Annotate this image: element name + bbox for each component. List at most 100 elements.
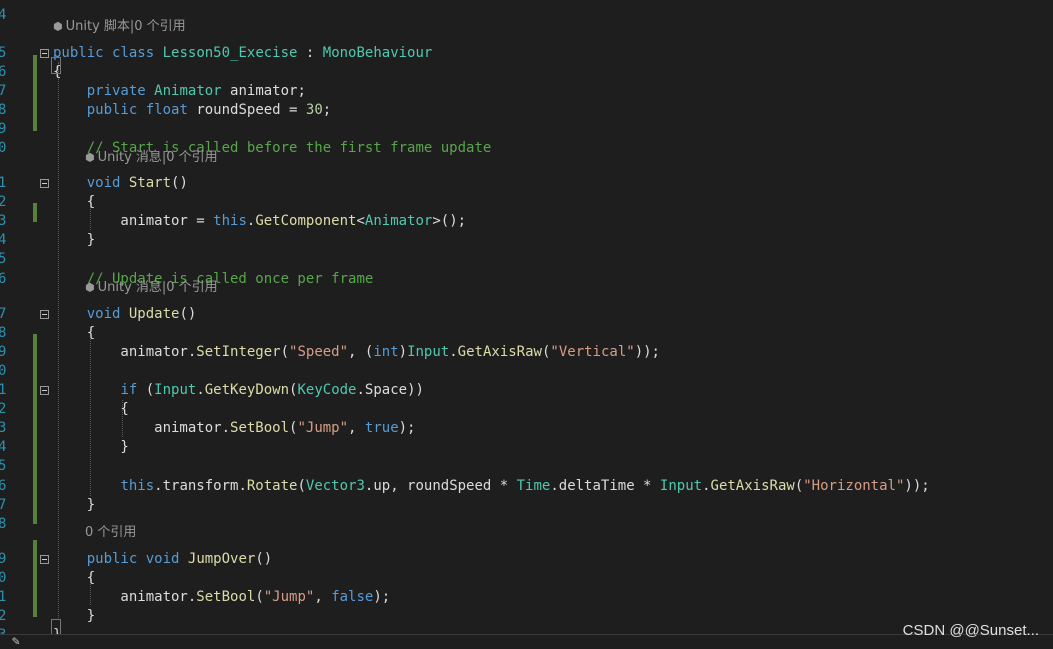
code-text: this.transform.Rotate(Vector3.up, roundS…: [53, 477, 929, 496]
line-number: 7: [0, 497, 7, 513]
code-token: SetInteger: [196, 344, 281, 360]
line-number: 1: [0, 589, 7, 605]
line-number: 2: [0, 401, 7, 417]
pen-icon[interactable]: ✎: [12, 634, 20, 649]
line-number: 2: [0, 608, 7, 624]
line-number: 8: [0, 325, 7, 341]
collapse-icon[interactable]: [40, 386, 49, 395]
code-editor[interactable]: 4 5 public class Lesson50_Execise : MonoBe…: [0, 0, 1053, 648]
code-token: animator.: [53, 344, 197, 360]
line-number: 6: [0, 64, 7, 80]
code-line[interactable]: 9 public void JumpOver(): [0, 550, 1053, 569]
code-line[interactable]: 9 animator.SetInteger("Speed", (int)Inpu…: [0, 343, 1053, 362]
collapse-icon[interactable]: [40, 555, 49, 564]
unity-cube-icon: ⬢: [53, 20, 63, 33]
codelens-references[interactable]: ⬢ Unity 脚本|0 个引用: [53, 17, 186, 36]
code-token: }: [53, 232, 96, 248]
code-text: }: [53, 496, 95, 515]
code-token: Input: [154, 382, 197, 398]
code-token: {: [53, 570, 96, 586]
code-token: ;: [322, 102, 332, 118]
code-token: >();: [432, 213, 467, 229]
code-token: void: [86, 306, 121, 322]
line-number: 8: [0, 102, 7, 118]
code-token: (: [137, 382, 155, 398]
code-line[interactable]: 6{: [0, 63, 1053, 82]
codelens-references[interactable]: ⬢ Unity 消息|0 个引用: [85, 278, 218, 297]
codelens-references[interactable]: ⬢ Unity 消息|0 个引用: [85, 148, 218, 167]
line-number: 0: [0, 570, 7, 586]
code-token: MonoBehaviour: [322, 45, 433, 61]
code-line[interactable]: 2 {: [0, 400, 1053, 419]
code-token: Input: [659, 478, 703, 494]
code-text: void Update(): [53, 305, 197, 324]
code-token: );: [373, 589, 391, 605]
code-token: Input: [407, 344, 450, 360]
line-number: 5: [0, 251, 7, 267]
line-number: 3: [0, 420, 7, 436]
collapse-icon[interactable]: [40, 179, 49, 188]
code-token: ,: [314, 589, 332, 605]
code-text: animator.SetBool("Jump", true);: [53, 419, 415, 438]
code-token: "Jump": [263, 589, 315, 605]
code-line[interactable]: 5: [0, 250, 1053, 269]
codelens-text: Unity 脚本|0 个引用: [65, 19, 186, 34]
code-token: .: [449, 344, 458, 360]
code-line[interactable]: 9: [0, 120, 1053, 139]
code-token: (): [255, 551, 273, 567]
code-line[interactable]: 4 }: [0, 438, 1053, 457]
code-line[interactable]: 0: [0, 362, 1053, 381]
code-line[interactable]: 7 private Animator animator;: [0, 82, 1053, 101]
code-line[interactable]: 2 {: [0, 193, 1053, 212]
code-text: private Animator animator;: [53, 82, 306, 101]
code-line[interactable]: 8 public float roundSpeed = 30;: [0, 101, 1053, 120]
code-token: , (: [348, 344, 374, 360]
code-line[interactable]: 5 public class Lesson50_Execise : MonoBeh…: [0, 44, 1053, 63]
editor-bottom-bar: [0, 634, 1053, 649]
code-token: {: [53, 401, 129, 417]
unity-cube-icon: ⬢: [85, 281, 95, 294]
code-line[interactable]: 8: [0, 515, 1053, 534]
code-line[interactable]: 5: [0, 457, 1053, 476]
code-token: false: [331, 589, 374, 605]
code-line[interactable]: 1 if (Input.GetKeyDown(KeyCode.Space)): [0, 381, 1053, 400]
code-line[interactable]: 0 {: [0, 569, 1053, 588]
code-line[interactable]: 3 animator = this.GetComponent<Animator>…: [0, 212, 1053, 231]
code-token: ));: [634, 344, 660, 360]
code-line[interactable]: 2 }: [0, 607, 1053, 626]
code-line[interactable]: 6 this.transform.Rotate(Vector3.up, roun…: [0, 477, 1053, 496]
code-line[interactable]: 7 }: [0, 496, 1053, 515]
collapse-icon[interactable]: [40, 49, 49, 58]
line-number: 8: [0, 516, 7, 532]
code-line[interactable]: 3 animator.SetBool("Jump", true);: [0, 419, 1053, 438]
code-token: this: [120, 478, 155, 494]
line-number: 5: [0, 458, 7, 474]
code-text: public class Lesson50_Execise : MonoBeha…: [53, 44, 432, 63]
code-text: {: [53, 193, 95, 212]
code-token: "Speed": [289, 344, 349, 360]
code-token: {: [53, 325, 96, 341]
code-text: public float roundSpeed = 30;: [53, 101, 331, 120]
code-line[interactable]: 1 void Start(): [0, 174, 1053, 193]
code-token: .deltaTime *: [550, 478, 660, 494]
collapse-icon[interactable]: [40, 310, 49, 319]
code-text: animator.SetBool("Jump", false);: [53, 588, 390, 607]
code-token: class: [112, 45, 155, 61]
code-line[interactable]: 8 {: [0, 324, 1053, 343]
code-token: void: [145, 551, 180, 567]
code-line[interactable]: 7 void Update(): [0, 305, 1053, 324]
code-line[interactable]: 1 animator.SetBool("Jump", false);: [0, 588, 1053, 607]
code-token: "Vertical": [550, 344, 635, 360]
code-token: 30: [305, 102, 323, 118]
codelens-references[interactable]: 0 个引用: [85, 523, 136, 542]
code-line[interactable]: 4 }: [0, 231, 1053, 250]
line-number: 2: [0, 194, 7, 210]
code-token: Time: [516, 478, 551, 494]
line-number: 1: [0, 175, 7, 191]
